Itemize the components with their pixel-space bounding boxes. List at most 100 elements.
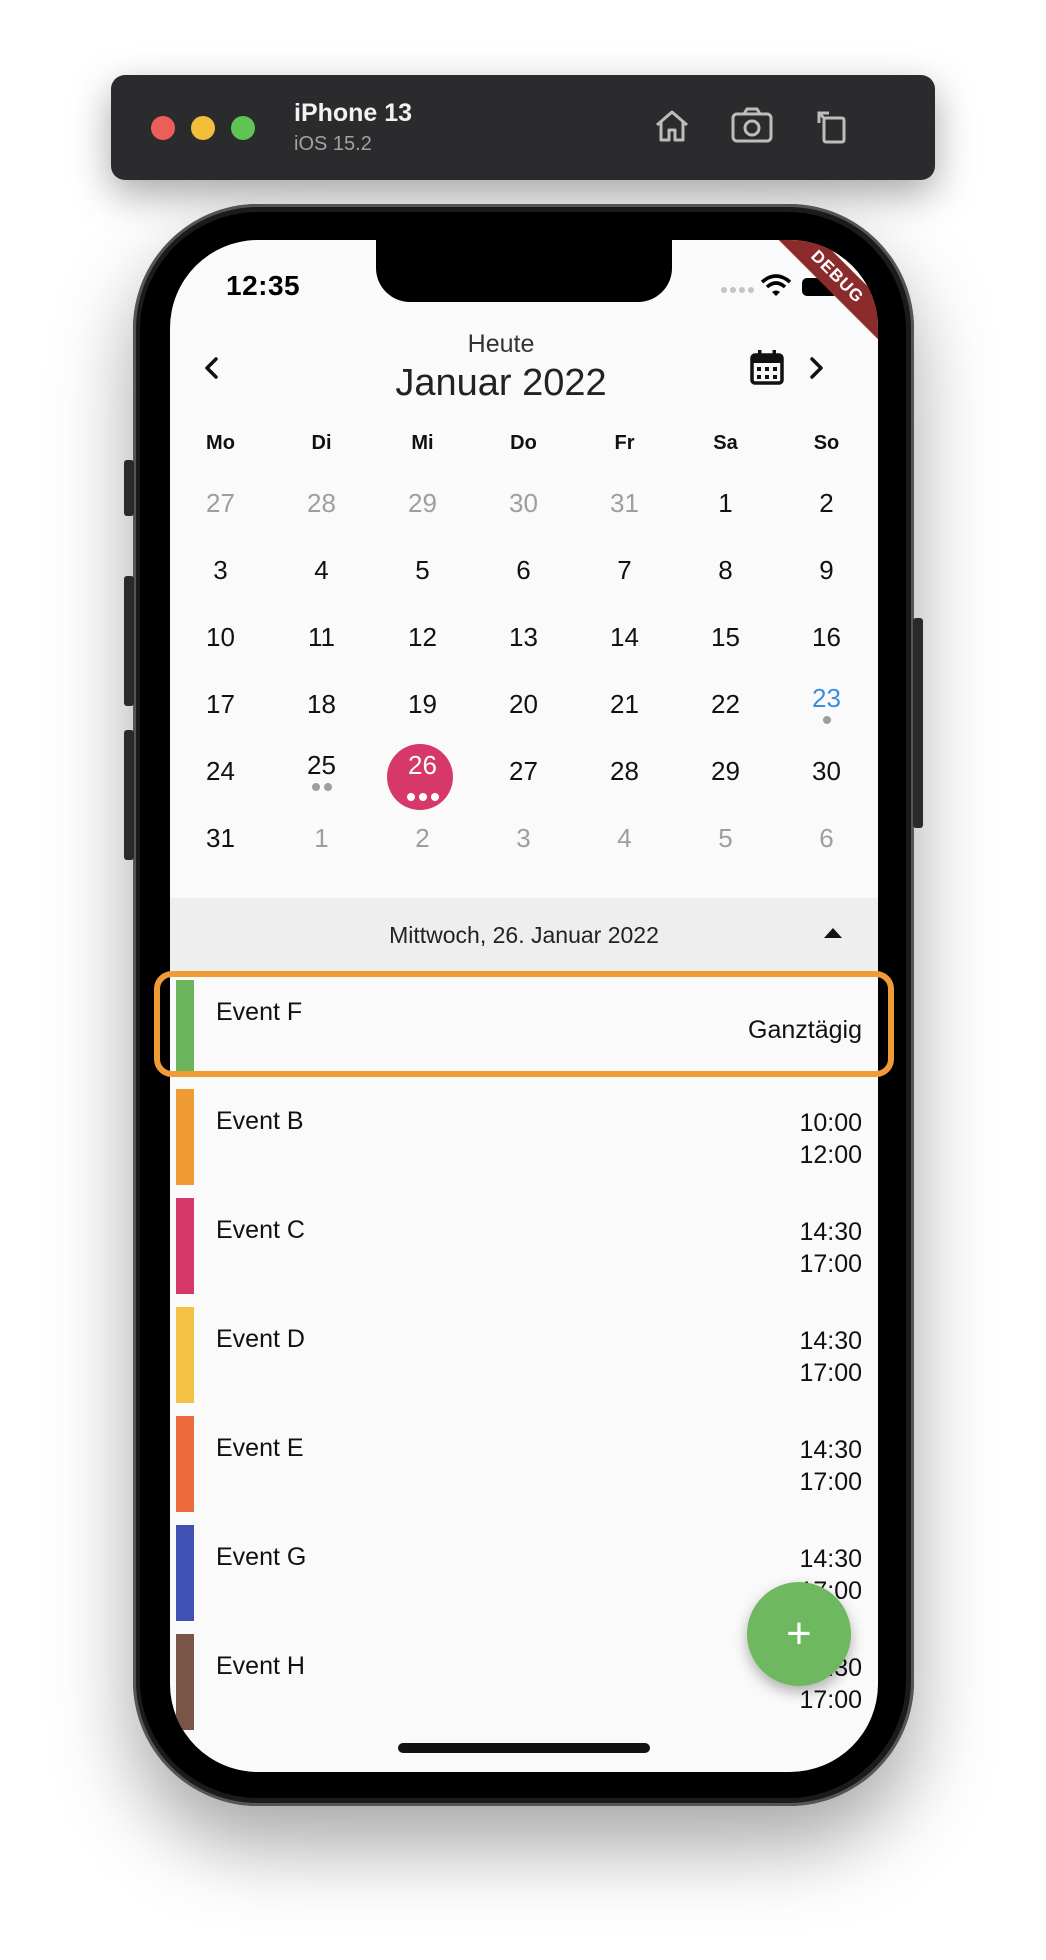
weekday-label: Fr: [614, 432, 635, 454]
home-indicator[interactable]: [398, 1743, 650, 1753]
simulator-toolbar: iPhone 13 iOS 15.2: [111, 75, 935, 180]
event-dot: [822, 716, 831, 724]
event-color-bar: [176, 1525, 194, 1621]
event-title: Event D: [216, 1325, 305, 1353]
event-color-bar: [176, 1416, 194, 1512]
selected-date-bar[interactable]: Mittwoch, 26. Januar 2022: [170, 898, 878, 974]
calendar-day[interactable]: 28: [574, 736, 675, 803]
calendar-day[interactable]: 10: [170, 602, 271, 669]
calendar-day[interactable]: 5: [675, 803, 776, 870]
event-dots: [776, 716, 877, 724]
calendar-day[interactable]: 29: [675, 736, 776, 803]
calendar-day[interactable]: 6: [473, 535, 574, 602]
calendar-day[interactable]: 5: [372, 535, 473, 602]
calendar-day[interactable]: 27: [473, 736, 574, 803]
event-color-bar: [176, 1198, 194, 1294]
event-dot: [418, 793, 427, 801]
event-item[interactable]: Event B 10:00 12:00: [170, 1089, 878, 1185]
event-color-bar: [176, 1634, 194, 1730]
weekday-label: Sa: [713, 432, 738, 454]
calendar-day[interactable]: 28: [271, 468, 372, 535]
calendar-day[interactable]: 17: [170, 669, 271, 736]
event-title: Event C: [216, 1216, 305, 1244]
calendar-day[interactable]: 12: [372, 602, 473, 669]
month-title: Januar 2022: [395, 362, 607, 404]
event-title: Event E: [216, 1434, 304, 1462]
calendar-day[interactable]: 20: [473, 669, 574, 736]
calendar-day[interactable]: 11: [271, 602, 372, 669]
calendar-day[interactable]: 4: [574, 803, 675, 870]
calendar-day[interactable]: 24: [170, 736, 271, 803]
event-highlight-outline: [154, 971, 894, 1077]
weekday-label: Mo: [206, 432, 235, 454]
calendar-day[interactable]: 6: [776, 803, 877, 870]
power-button: [913, 618, 923, 828]
event-time: 14:3017:00: [799, 1218, 862, 1278]
event-dot: [406, 793, 415, 801]
calendar-day[interactable]: 30: [473, 468, 574, 535]
calendar-day[interactable]: 7: [574, 535, 675, 602]
weekday-header: Mo Di Mi Do Fr Sa So: [170, 432, 878, 462]
calendar-day[interactable]: 2: [776, 468, 877, 535]
screenshot-icon[interactable]: [727, 101, 777, 151]
calendar-day[interactable]: 14: [574, 602, 675, 669]
add-event-button[interactable]: +: [747, 1582, 851, 1686]
event-time: 14:3017:00: [799, 1327, 862, 1387]
status-time: 12:35: [226, 270, 301, 301]
event-item[interactable]: Event C 14:30 17:00: [170, 1198, 878, 1294]
event-dots: [271, 783, 372, 791]
calendar-day[interactable]: 9: [776, 535, 877, 602]
today-button[interactable]: Heute: [170, 330, 832, 359]
event-title: Event G: [216, 1543, 307, 1571]
home-icon[interactable]: [647, 101, 697, 151]
event-time: 14:3017:00: [799, 1436, 862, 1496]
device-name: iPhone 13: [294, 99, 413, 127]
weekday-label: Di: [311, 432, 332, 454]
event-title: Event H: [216, 1652, 305, 1680]
event-item[interactable]: Event E 14:30 17:00: [170, 1416, 878, 1512]
event-title: Event B: [216, 1107, 304, 1135]
event-dot: [323, 783, 332, 791]
event-color-bar: [176, 1089, 194, 1185]
collapse-arrow-icon[interactable]: [824, 928, 842, 938]
notch: [376, 240, 672, 302]
plus-icon: +: [786, 1609, 812, 1658]
selected-date-label: Mittwoch, 26. Januar 2022: [389, 922, 659, 948]
calendar-day[interactable]: 4: [271, 535, 372, 602]
calendar-day[interactable]: 1: [271, 803, 372, 870]
rotate-icon[interactable]: [807, 101, 857, 151]
event-time: 10:00 12:00: [799, 1109, 862, 1169]
volume-up-button: [124, 576, 134, 706]
event-dot: [430, 793, 439, 801]
os-version: iOS 15.2: [294, 133, 372, 155]
calendar-day[interactable]: 18: [271, 669, 372, 736]
calendar-day[interactable]: 16: [776, 602, 877, 669]
calendar-icon[interactable]: [746, 346, 788, 388]
calendar-day[interactable]: 31: [574, 468, 675, 535]
calendar-day[interactable]: 3: [170, 535, 271, 602]
close-window-button[interactable]: [151, 116, 175, 140]
calendar-day[interactable]: 27: [170, 468, 271, 535]
calendar-day[interactable]: 2: [372, 803, 473, 870]
next-month-icon[interactable]: [796, 348, 836, 388]
calendar-day[interactable]: 3: [473, 803, 574, 870]
calendar-day[interactable]: 31: [170, 803, 271, 870]
calendar-day-today[interactable]: 23: [776, 669, 877, 736]
calendar-day[interactable]: 30: [776, 736, 877, 803]
calendar-day[interactable]: 15: [675, 602, 776, 669]
calendar-day[interactable]: 22: [675, 669, 776, 736]
calendar-day[interactable]: 21: [574, 669, 675, 736]
calendar-day[interactable]: 13: [473, 602, 574, 669]
event-item[interactable]: Event D 14:30 17:00: [170, 1307, 878, 1403]
weekday-label: Mi: [411, 432, 434, 454]
calendar-day[interactable]: 25: [271, 736, 372, 803]
minimize-window-button[interactable]: [191, 116, 215, 140]
calendar-day-selected[interactable]: 26: [372, 736, 473, 810]
calendar-day[interactable]: 1: [675, 468, 776, 535]
weekday-label: So: [813, 432, 840, 454]
calendar-day[interactable]: 8: [675, 535, 776, 602]
calendar-day[interactable]: 29: [372, 468, 473, 535]
zoom-window-button[interactable]: [231, 116, 255, 140]
calendar-day[interactable]: 19: [372, 669, 473, 736]
event-color-bar: [176, 1307, 194, 1403]
